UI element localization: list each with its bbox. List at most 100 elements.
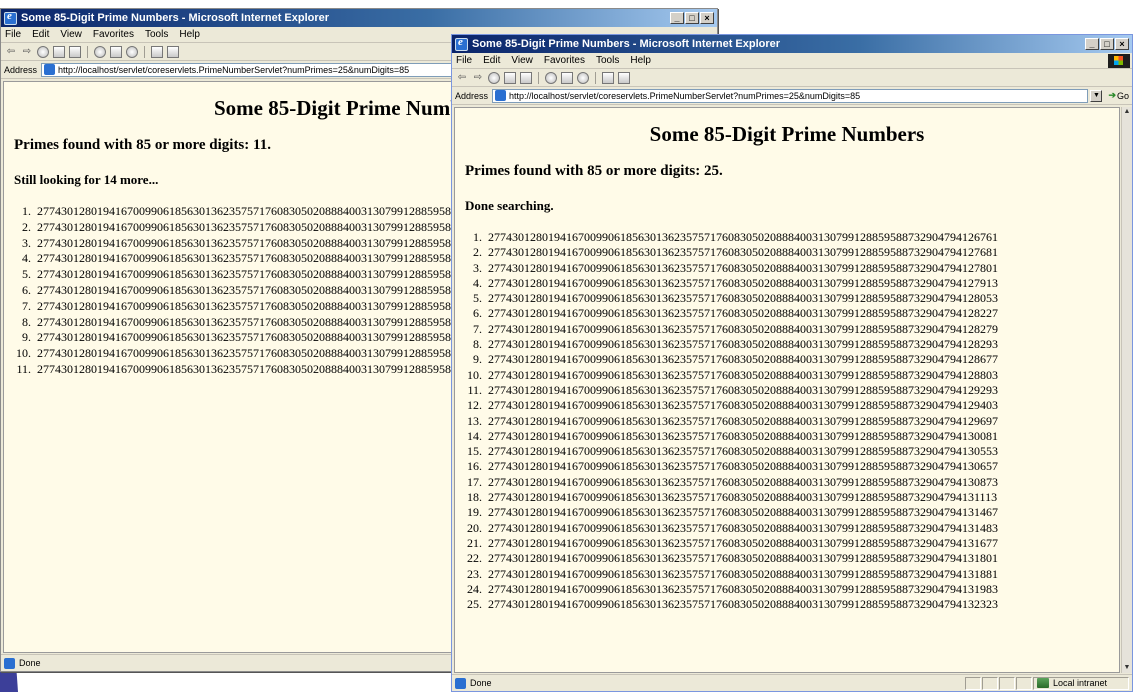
title-bar[interactable]: Some 85-Digit Prime Numbers - Microsoft … <box>1 9 717 27</box>
toolbar-separator <box>595 71 596 84</box>
menu-file[interactable]: File <box>456 55 472 66</box>
prime-value: 2774301280194167009906185630136235757176… <box>488 490 998 505</box>
history-icon[interactable] <box>577 71 589 84</box>
vertical-scrollbar[interactable]: ▲ ▼ <box>1121 107 1132 673</box>
scroll-down-icon[interactable]: ▼ <box>1122 663 1132 673</box>
menu-view[interactable]: View <box>511 55 533 66</box>
prime-index: 7. <box>22 298 31 313</box>
refresh-icon[interactable] <box>53 45 65 58</box>
print-icon[interactable] <box>167 45 179 58</box>
menu-file[interactable]: File <box>5 29 21 40</box>
prime-value: 2774301280194167009906185630136235757176… <box>488 581 998 596</box>
maximize-button[interactable]: □ <box>685 12 699 24</box>
title-bar[interactable]: Some 85-Digit Prime Numbers - Microsoft … <box>452 35 1132 53</box>
prime-index: 2. <box>22 219 31 234</box>
prime-value: 2774301280194167009906185630136235757176… <box>488 444 998 459</box>
go-button[interactable]: ➔ Go <box>1108 90 1129 101</box>
prime-value: 2774301280194167009906185630136235757176… <box>488 306 998 321</box>
menu-favorites[interactable]: Favorites <box>93 29 134 40</box>
status-panel <box>982 676 998 690</box>
stop-icon[interactable] <box>488 71 500 84</box>
go-arrow-icon: ➔ <box>1108 90 1116 100</box>
prime-index: 24. <box>467 581 482 596</box>
search-status: Done searching. <box>465 198 554 213</box>
toolbar-separator <box>144 45 145 58</box>
maximize-button[interactable]: □ <box>1100 38 1114 50</box>
local-intranet-icon <box>1037 678 1049 688</box>
prime-index: 11. <box>467 382 482 397</box>
address-dropdown-button[interactable]: ▼ <box>1090 89 1103 102</box>
toolbar-separator <box>87 45 88 58</box>
menu-help[interactable]: Help <box>630 55 651 66</box>
prime-value: 2774301280194167009906185630136235757176… <box>488 367 998 382</box>
ie-icon <box>455 36 468 51</box>
prime-index: 18. <box>467 490 482 505</box>
menu-help[interactable]: Help <box>179 29 200 40</box>
back-icon[interactable]: ⇦ <box>5 46 17 58</box>
refresh-icon[interactable] <box>504 71 516 84</box>
mail-icon[interactable] <box>151 45 163 58</box>
address-label: Address <box>455 90 489 101</box>
prime-index: 9. <box>473 352 482 367</box>
menu-tools[interactable]: Tools <box>596 55 619 66</box>
prime-index: 8. <box>22 314 31 329</box>
go-label: Go <box>1116 90 1129 101</box>
prime-index: 3. <box>473 260 482 275</box>
prime-item: 12. 2774301280194167009906185630136235757… <box>455 398 1119 413</box>
scroll-up-icon[interactable]: ▲ <box>1122 107 1132 117</box>
prime-value: 2774301280194167009906185630136235757176… <box>488 520 998 535</box>
search-icon[interactable] <box>545 71 557 84</box>
browser-window-front[interactable]: Some 85-Digit Prime Numbers - Microsoft … <box>451 34 1133 692</box>
prime-index: 1. <box>473 230 482 244</box>
prime-item: 2. 27743012801941670099061856301362357571… <box>455 245 1119 260</box>
page-done-icon <box>4 657 15 669</box>
forward-icon[interactable]: ⇨ <box>472 72 484 84</box>
mail-icon[interactable] <box>602 71 614 84</box>
prime-item: 25. 2774301280194167009906185630136235757… <box>455 597 1119 612</box>
back-icon[interactable]: ⇦ <box>456 72 468 84</box>
prime-index: 25. <box>467 597 482 612</box>
prime-index: 4. <box>22 251 31 266</box>
prime-index: 4. <box>473 275 482 290</box>
menu-favorites[interactable]: Favorites <box>544 55 585 66</box>
prime-item: 19. 2774301280194167009906185630136235757… <box>455 505 1119 520</box>
minimize-button[interactable]: _ <box>1085 38 1099 50</box>
prime-index: 2. <box>473 245 482 260</box>
menu-edit[interactable]: Edit <box>32 29 49 40</box>
toolbar: ⇦ ⇨ <box>452 69 1132 87</box>
menu-tools[interactable]: Tools <box>145 29 168 40</box>
prime-value: 2774301280194167009906185630136235757176… <box>488 505 998 520</box>
prime-index: 1. <box>22 204 31 218</box>
address-input[interactable]: http://localhost/servlet/coreservlets.Pr… <box>492 88 1089 103</box>
security-zone: Local intranet <box>1033 676 1129 690</box>
prime-index: 8. <box>473 337 482 352</box>
prime-value: 2774301280194167009906185630136235757176… <box>488 337 998 352</box>
home-icon[interactable] <box>520 71 532 84</box>
home-icon[interactable] <box>69 45 81 58</box>
page-icon <box>495 90 507 101</box>
prime-value: 2774301280194167009906185630136235757176… <box>488 597 998 612</box>
stop-icon[interactable] <box>37 45 49 58</box>
menu-view[interactable]: View <box>60 29 82 40</box>
prime-item: 22. 2774301280194167009906185630136235757… <box>455 551 1119 566</box>
status-panel <box>1016 676 1032 690</box>
search-icon[interactable] <box>94 45 106 58</box>
print-icon[interactable] <box>618 71 630 84</box>
forward-icon[interactable]: ⇨ <box>21 46 33 58</box>
minimize-button[interactable]: _ <box>670 12 684 24</box>
favorites-icon[interactable] <box>110 45 122 58</box>
prime-index: 14. <box>467 428 482 443</box>
history-icon[interactable] <box>126 45 138 58</box>
prime-list: 1. 27743012801941670099061856301362357571… <box>455 230 1119 612</box>
close-button[interactable]: × <box>700 12 714 24</box>
favorites-icon[interactable] <box>561 71 573 84</box>
prime-index: 19. <box>467 505 482 520</box>
prime-item: 8. 27743012801941670099061856301362357571… <box>455 337 1119 352</box>
prime-item: 21. 2774301280194167009906185630136235757… <box>455 536 1119 551</box>
window-title: Some 85-Digit Prime Numbers - Microsoft … <box>21 12 330 24</box>
close-button[interactable]: × <box>1115 38 1129 50</box>
prime-value: 2774301280194167009906185630136235757176… <box>488 398 998 413</box>
menu-edit[interactable]: Edit <box>483 55 500 66</box>
prime-item: 18. 2774301280194167009906185630136235757… <box>455 490 1119 505</box>
prime-item: 3. 27743012801941670099061856301362357571… <box>455 261 1119 276</box>
